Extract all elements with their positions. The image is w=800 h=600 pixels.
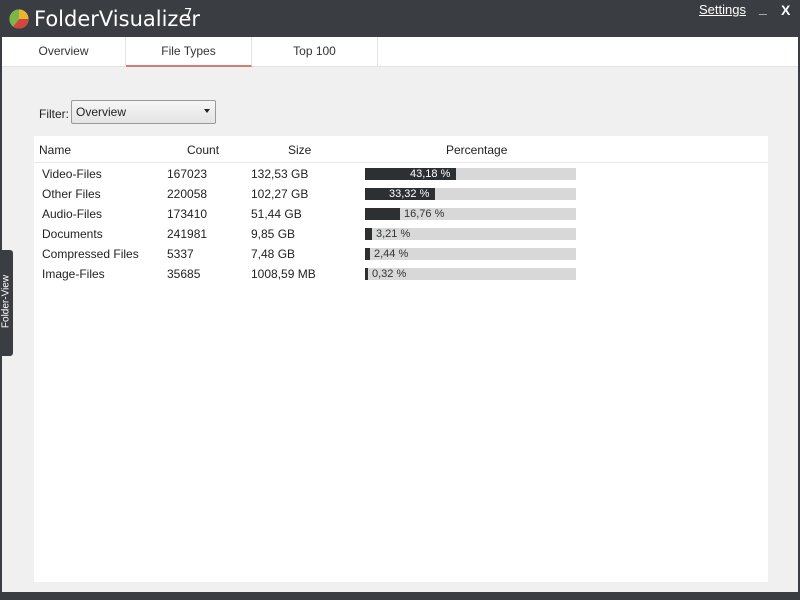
percentage-bar: 16,76 %: [365, 208, 576, 220]
row-name: Video-Files: [42, 167, 102, 181]
percentage-label: 43,18 %: [410, 168, 451, 180]
minimize-button[interactable]: _: [759, 0, 767, 16]
row-name: Compressed Files: [42, 247, 139, 261]
column-header-size[interactable]: Size: [288, 143, 311, 157]
row-name: Documents: [42, 227, 103, 241]
header-divider: [34, 162, 768, 163]
column-header-name[interactable]: Name: [39, 143, 71, 157]
row-size: 102,27 GB: [251, 187, 309, 201]
row-count: 35685: [167, 267, 201, 281]
chevron-down-icon: [204, 109, 210, 113]
tab-overview[interactable]: Overview: [2, 37, 126, 66]
percentage-bar-fill: [365, 248, 370, 260]
row-name: Audio-Files: [42, 207, 103, 221]
column-header-count[interactable]: Count: [187, 143, 219, 157]
row-count: 241981: [167, 227, 208, 241]
row-name: Image-Files: [42, 267, 105, 281]
app-version: 7: [184, 7, 193, 22]
row-count: 167023: [167, 167, 208, 181]
percentage-label: 3,21 %: [376, 228, 411, 240]
tab-bar: Overview File Types Top 100: [2, 37, 798, 67]
row-count: 220058: [167, 187, 208, 201]
row-size: 51,44 GB: [251, 207, 302, 221]
table-row[interactable]: Compressed Files 5337 7,48 GB 2,44 %: [34, 244, 768, 264]
folder-view-label: Folder-View: [0, 274, 12, 329]
folder-view-side-tab[interactable]: Folder-View: [0, 250, 13, 356]
row-count: 173410: [167, 207, 208, 221]
percentage-bar-fill: [365, 228, 372, 240]
main-content: Overview File Types Top 100 Filter: Over…: [2, 37, 798, 592]
percentage-bar: 43,18 %: [365, 168, 576, 180]
row-size: 132,53 GB: [251, 167, 309, 181]
app-name: FolderVisualizer: [34, 7, 201, 31]
table-row[interactable]: Documents 241981 9,85 GB 3,21 %: [34, 224, 768, 244]
percentage-bar: 33,32 %: [365, 188, 576, 200]
row-size: 7,48 GB: [251, 247, 296, 261]
percentage-bar: 2,44 %: [365, 248, 576, 260]
title-bar: FolderVisualizer 7 Settings _ X: [0, 0, 800, 37]
percentage-bar-fill: [365, 268, 368, 280]
filter-selected-value: Overview: [76, 105, 127, 119]
table-row[interactable]: Audio-Files 173410 51,44 GB 16,76 %: [34, 204, 768, 224]
filter-label: Filter:: [39, 107, 69, 121]
row-size: 9,85 GB: [251, 227, 296, 241]
percentage-bar: 3,21 %: [365, 228, 576, 240]
percentage-label: 0,32 %: [372, 268, 407, 280]
row-size: 1008,59 MB: [251, 267, 316, 281]
table-row[interactable]: Other Files 220058 102,27 GB 33,32 %: [34, 184, 768, 204]
file-types-table: Name Count Size Percentage Video-Files 1…: [34, 136, 768, 582]
row-count: 5337: [167, 247, 194, 261]
close-button[interactable]: X: [781, 2, 790, 18]
settings-link[interactable]: Settings: [699, 2, 746, 17]
tab-top-100[interactable]: Top 100: [252, 37, 378, 66]
folder-visualizer-logo-icon: [9, 9, 29, 29]
percentage-bar: 0,32 %: [365, 268, 576, 280]
percentage-label: 33,32 %: [389, 188, 430, 200]
filter-dropdown[interactable]: Overview: [71, 100, 216, 124]
table-row[interactable]: Image-Files 35685 1008,59 MB 0,32 %: [34, 264, 768, 284]
row-name: Other Files: [42, 187, 101, 201]
percentage-label: 2,44 %: [374, 248, 409, 260]
column-header-percentage[interactable]: Percentage: [446, 143, 507, 157]
percentage-label: 16,76 %: [404, 208, 445, 220]
tab-file-types[interactable]: File Types: [126, 37, 252, 67]
table-row[interactable]: Video-Files 167023 132,53 GB 43,18 %: [34, 164, 768, 184]
percentage-bar-fill: [365, 208, 400, 220]
